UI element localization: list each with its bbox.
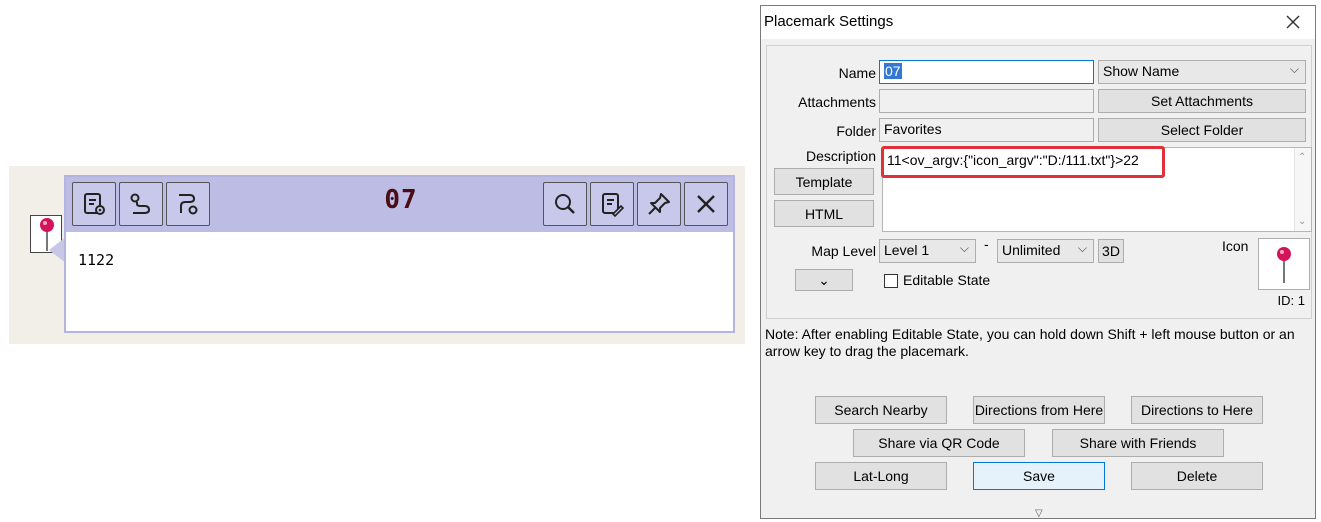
save-button[interactable]: Save <box>973 462 1105 490</box>
close-icon <box>697 195 715 213</box>
share-via-qr-code-button[interactable]: Share via QR Code <box>853 429 1025 457</box>
show-name-value: Show Name <box>1103 63 1180 79</box>
map-level-label: Map Level <box>811 243 876 259</box>
edit-button[interactable] <box>590 182 634 226</box>
popup-title: 07 <box>384 185 418 215</box>
placemark-settings-button[interactable] <box>72 182 116 226</box>
name-input[interactable]: 07 <box>879 60 1094 84</box>
editable-state-note: Note: After enabling Editable State, you… <box>765 326 1295 359</box>
chevron-down-icon: ⌵ <box>1077 241 1087 255</box>
name-value: 07 <box>884 63 902 79</box>
placemark-popup: 07 1122 <box>64 175 735 333</box>
editable-state-label[interactable]: Editable State <box>903 272 990 288</box>
lat-long-button[interactable]: Lat-Long <box>815 462 947 490</box>
dialog-close-button[interactable] <box>1281 10 1305 34</box>
expand-button[interactable]: ⌄ <box>795 269 853 291</box>
name-label: Name <box>838 65 876 81</box>
chevron-down-icon: ⌵ <box>959 241 969 255</box>
dialog-titlebar: Placemark Settings <box>761 6 1315 39</box>
pin-button[interactable] <box>637 182 681 226</box>
icon-label: Icon <box>1222 238 1249 254</box>
description-label: Description <box>805 148 876 164</box>
close-popup-button[interactable] <box>684 182 728 226</box>
level-from-value: Level 1 <box>884 242 930 258</box>
search-icon <box>555 194 575 214</box>
search-button[interactable] <box>543 182 587 226</box>
route-button[interactable] <box>119 182 163 226</box>
level-from-select[interactable]: Level 1 ⌵ <box>879 239 976 263</box>
edit-icon <box>602 193 625 217</box>
pin-icon <box>648 193 670 215</box>
popup-description: 1122 <box>78 251 115 269</box>
search-nearby-button[interactable]: Search Nearby <box>815 396 947 424</box>
delete-button[interactable]: Delete <box>1131 462 1263 490</box>
set-attachments-button[interactable]: Set Attachments <box>1098 89 1306 113</box>
directions-icon <box>179 194 198 215</box>
scroll-down-icon[interactable]: ⌄ <box>1298 216 1306 227</box>
level-to-select[interactable]: Unlimited ⌵ <box>997 239 1094 263</box>
editable-state-checkbox[interactable] <box>884 274 898 288</box>
pin-marker-icon <box>1277 247 1291 283</box>
dialog-title: Placemark Settings <box>764 13 894 30</box>
share-with-friends-button[interactable]: Share with Friends <box>1052 429 1224 457</box>
folder-field: Favorites <box>879 118 1094 142</box>
attachments-label: Attachments <box>798 94 876 110</box>
level-to-value: Unlimited <box>1002 242 1061 258</box>
id-label: ID: 1 <box>1277 293 1305 308</box>
3d-button[interactable]: 3D <box>1098 239 1124 263</box>
settings-panel: Name 07 Show Name ⌵ Attachments Set Atta… <box>766 45 1312 319</box>
level-separator: - <box>984 236 989 252</box>
directions-to-here-button[interactable]: Directions to Here <box>1131 396 1263 424</box>
template-button[interactable]: Template <box>774 168 874 195</box>
folder-label: Folder <box>836 123 876 139</box>
placemark-icon-button[interactable] <box>1258 238 1310 290</box>
attachments-field <box>879 89 1094 113</box>
resize-grip-icon[interactable]: ▽ <box>1035 508 1043 519</box>
directions-button[interactable] <box>166 182 210 226</box>
scroll-up-icon[interactable]: ⌃ <box>1298 152 1306 163</box>
map-view[interactable]: 07 1122 <box>9 166 745 344</box>
description-scrollbar[interactable]: ⌃ ⌄ <box>1294 148 1311 231</box>
placemark-settings-icon <box>84 193 105 215</box>
close-icon <box>1286 15 1300 29</box>
popup-header: 07 <box>66 177 733 232</box>
select-folder-button[interactable]: Select Folder <box>1098 118 1306 142</box>
highlight-box <box>881 146 1165 178</box>
directions-from-here-button[interactable]: Directions from Here <box>973 396 1105 424</box>
show-name-select[interactable]: Show Name ⌵ <box>1098 60 1306 84</box>
route-icon <box>130 193 151 214</box>
chevron-down-icon: ⌵ <box>1289 62 1299 76</box>
placemark-settings-dialog: Placemark Settings Name 07 Show Name ⌵ A… <box>760 5 1316 519</box>
html-button[interactable]: HTML <box>774 200 874 227</box>
